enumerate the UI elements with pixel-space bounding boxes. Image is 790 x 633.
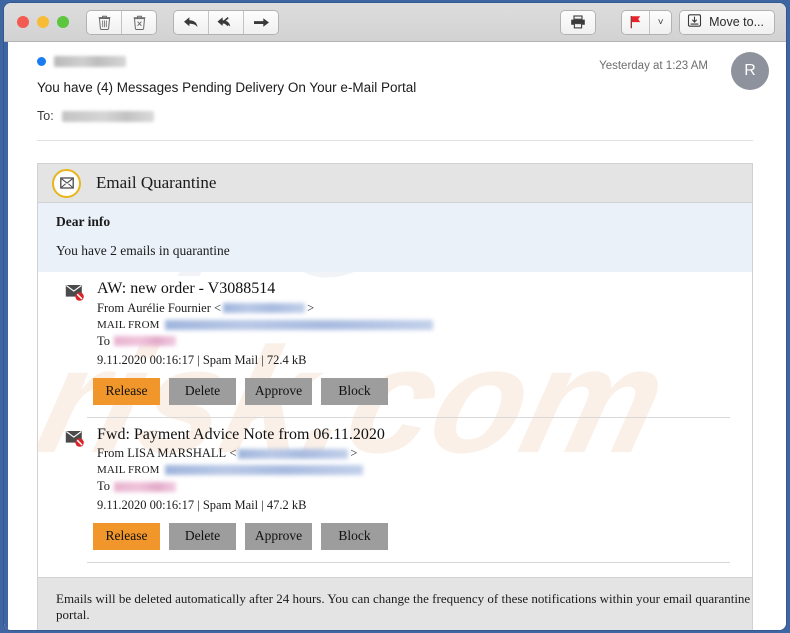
release-button[interactable]: Release (93, 523, 160, 551)
mail-from-redacted (164, 465, 363, 476)
flag-icon (629, 15, 642, 29)
trash-icon (98, 15, 111, 30)
mail-from-label: MAIL FROM (97, 318, 160, 331)
quarantined-email-row: AW: new order - V3088514 From Aurélie Fo… (38, 272, 752, 418)
email-meta: 9.11.2020 00:16:17 | Spam Mail | 72.4 kB (97, 352, 307, 367)
from-name: LISA MARSHALL (127, 446, 227, 461)
unread-indicator-dot (37, 57, 46, 66)
print-button[interactable] (561, 10, 596, 34)
greeting-text: Dear info (56, 214, 111, 229)
toolbar-right-group: ˅ Move to... (543, 10, 774, 34)
angle-open: < (229, 446, 237, 461)
from-label: From (97, 446, 125, 461)
flag-dropdown-button[interactable]: ˅ (650, 10, 672, 34)
email-subject: Fwd: Payment Advice Note from 06.11.2020 (97, 425, 385, 443)
message-date: Yesterday at 1:23 AM (599, 60, 708, 72)
email-row-divider (87, 562, 730, 564)
greeting-band: Dear info You have 2 emails in quarantin… (38, 203, 752, 272)
mail-from-redacted (164, 319, 433, 330)
email-to-redacted (114, 481, 177, 492)
from-email-redacted (223, 303, 306, 314)
minimize-window-button[interactable] (37, 16, 49, 28)
message-pane: You have (4) Messages Pending Delivery O… (4, 42, 786, 630)
email-meta: 9.11.2020 00:16:17 | Spam Mail | 47.2 kB (97, 498, 307, 513)
mail-window: ˅ Move to... You have (4) Messages Pendi… (4, 3, 786, 630)
forward-icon (253, 16, 270, 29)
block-button[interactable]: Block (321, 377, 388, 405)
recipient-redacted (61, 110, 154, 122)
delete-button[interactable]: Delete (169, 523, 236, 551)
recipient-row: To: (37, 109, 786, 123)
print-group (561, 10, 596, 34)
close-window-button[interactable] (17, 16, 29, 28)
email-from-line: From Aurélie Fournier < > (97, 301, 435, 316)
junk-button[interactable] (122, 10, 156, 34)
envelope-badge-icon (52, 168, 81, 198)
angle-open: < (214, 300, 222, 315)
angle-close: > (350, 446, 358, 461)
footer-note: Emails will be deleted automatically aft… (56, 591, 751, 623)
avatar: R (731, 52, 769, 90)
header-divider (37, 140, 753, 141)
email-action-buttons: Release Delete Approve Block (93, 523, 752, 551)
flag-button[interactable] (622, 10, 651, 34)
print-icon (570, 15, 586, 29)
quarantine-card: PC risk.com Email Quarantine Dear info Y… (37, 163, 753, 630)
email-mailfrom-line: MAIL FROM (97, 464, 385, 476)
blocked-envelope-icon (65, 430, 87, 453)
delete-group (87, 10, 156, 34)
mail-from-label: MAIL FROM (97, 464, 160, 477)
move-to-label: Move to... (709, 15, 764, 29)
email-from-line: From LISA MARSHALL < > (97, 446, 385, 461)
reply-icon (183, 16, 199, 29)
quarantine-footer: Emails will be deleted automatically aft… (38, 577, 752, 630)
delete-button[interactable] (87, 10, 122, 34)
to-label: To: (37, 109, 54, 123)
flag-group: ˅ (622, 10, 672, 34)
traffic-lights (17, 16, 69, 28)
junk-icon (133, 15, 146, 30)
brand-title: Email Quarantine (96, 173, 217, 192)
zoom-window-button[interactable] (57, 16, 69, 28)
block-button[interactable]: Block (321, 523, 388, 551)
sender-name-redacted (54, 56, 126, 67)
window-toolbar: ˅ Move to... (4, 3, 786, 42)
message-subject: You have (4) Messages Pending Delivery O… (37, 80, 417, 95)
chevron-down-icon: ˅ (657, 16, 664, 28)
blocked-envelope-icon (65, 284, 87, 307)
reply-all-icon (217, 16, 236, 29)
from-label: From (97, 300, 125, 315)
move-to-button[interactable]: Move to... (680, 10, 774, 34)
from-email-redacted (238, 448, 349, 459)
email-to-label: To (97, 479, 111, 494)
forward-button[interactable] (244, 10, 278, 34)
email-subject: AW: new order - V3088514 (97, 280, 276, 297)
quarantine-card-header: Email Quarantine (38, 164, 752, 203)
reply-all-button[interactable] (209, 10, 244, 34)
email-action-buttons: Release Delete Approve Block (93, 377, 752, 405)
release-button[interactable]: Release (93, 377, 160, 405)
delete-button[interactable]: Delete (169, 377, 236, 405)
email-to-line: To (97, 479, 385, 494)
quarantine-count-text: You have 2 emails in quarantine (56, 243, 230, 258)
email-mailfrom-line: MAIL FROM (97, 319, 435, 331)
reply-group (174, 10, 278, 34)
move-to-icon (687, 13, 702, 31)
approve-button[interactable]: Approve (245, 377, 312, 405)
angle-close: > (307, 300, 315, 315)
message-header: You have (4) Messages Pending Delivery O… (4, 42, 786, 141)
from-name: Aurélie Fournier (127, 300, 211, 315)
reply-button[interactable] (174, 10, 209, 34)
approve-button[interactable]: Approve (245, 523, 312, 551)
email-to-redacted (114, 336, 177, 347)
quarantined-email-row: Fwd: Payment Advice Note from 06.11.2020… (38, 418, 752, 564)
email-to-line: To (97, 334, 435, 349)
email-to-label: To (97, 333, 111, 348)
